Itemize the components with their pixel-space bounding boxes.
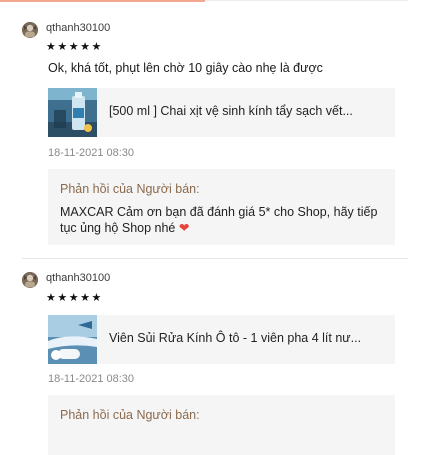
seller-reply-label: Phản hồi của Người bán: <box>60 408 200 422</box>
reviewer-username[interactable]: qthanh30100 <box>46 272 110 284</box>
product-name[interactable]: Viên Sủi Rửa Kính Ô tô - 1 viên pha 4 lí… <box>109 331 361 345</box>
rating-stars: ★★★★★ <box>46 292 103 304</box>
user-avatar-icon[interactable] <box>22 272 38 288</box>
review-date: 18-11-2021 08:30 <box>48 373 135 385</box>
product-thumbnail <box>48 315 97 364</box>
product-card[interactable]: Viên Sủi Rửa Kính Ô tô - 1 viên pha 4 lí… <box>48 315 395 364</box>
review-item: qthanh30100 ★★★★★ Viên Sủi Rửa Kính Ô tô… <box>0 0 430 455</box>
seller-reply: Phản hồi của Người bán: <box>48 395 395 455</box>
